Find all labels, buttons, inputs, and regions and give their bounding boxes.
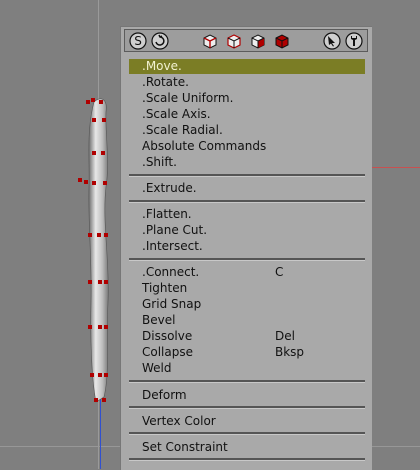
menu-item-label: Dissolve (142, 329, 193, 343)
menu-item-label: .Move. (142, 59, 182, 73)
menu-item-extrude[interactable]: .Extrude. (129, 181, 365, 196)
cube-front-icon[interactable] (201, 32, 219, 50)
undo-icon[interactable]: S (129, 32, 147, 50)
shortcut-label: Bksp (275, 345, 305, 359)
menu-item-move[interactable]: .Move. (129, 59, 365, 74)
menu-item-label: Collapse (142, 345, 193, 359)
redo-icon[interactable] (151, 32, 169, 50)
menu-item-set-constraint[interactable]: Set Constraint (129, 440, 365, 455)
menu-item-label: .Rotate. (142, 75, 189, 89)
menu-item-label: Grid Snap (142, 297, 202, 311)
x-axis-line (372, 167, 420, 168)
svg-text:S: S (134, 34, 142, 48)
menu-item-label: .Shift. (142, 155, 177, 169)
menu-item-intersect[interactable]: .Intersect. (129, 239, 365, 254)
menu-separator (129, 380, 365, 383)
menu-item-label: Absolute Commands (142, 139, 267, 153)
menu-item-collapse[interactable]: Collapse Bksp (129, 345, 365, 360)
menu-separator (129, 200, 365, 203)
menu-item-scale-axis[interactable]: .Scale Axis. (129, 107, 365, 122)
menu-item-tighten[interactable]: Tighten (129, 281, 365, 296)
vertex-markers[interactable] (72, 92, 122, 412)
menu-item-label: Weld (142, 361, 172, 375)
wrench-icon[interactable] (345, 32, 363, 50)
menu-item-label: .Intersect. (142, 239, 203, 253)
menu-item-flatten[interactable]: .Flatten. (129, 207, 365, 222)
menu-separator (129, 458, 365, 461)
menu-separator (129, 258, 365, 261)
menu-item-absolute-commands[interactable]: Absolute Commands (129, 139, 365, 154)
menu-item-plane-cut[interactable]: .Plane Cut. (129, 223, 365, 238)
menu-item-label: .Scale Radial. (142, 123, 223, 137)
menu-item-connect[interactable]: .Connect. C (129, 265, 365, 280)
menu-toolbar: S (124, 29, 368, 52)
menu-item-label: .Plane Cut. (142, 223, 208, 237)
menu-separator (129, 174, 365, 177)
menu-item-shift[interactable]: .Shift. (129, 155, 365, 170)
menu-separator (129, 406, 365, 409)
menu-separator (129, 432, 365, 435)
menu-item-bevel[interactable]: Bevel (129, 313, 365, 328)
menu-item-label: .Scale Uniform. (142, 91, 234, 105)
menu-item-label: Vertex Color (142, 414, 216, 428)
menu-item-rotate[interactable]: .Rotate. (129, 75, 365, 90)
arrow-cursor-icon[interactable] (323, 32, 341, 50)
context-menu: S .Move. .Rotate. .Scale Uniform. .Scale… (120, 26, 372, 470)
menu-item-scale-radial[interactable]: .Scale Radial. (129, 123, 365, 138)
menu-item-label: .Connect. (142, 265, 200, 279)
menu-item-dissolve[interactable]: Dissolve Del (129, 329, 365, 344)
menu-item-label: .Scale Axis. (142, 107, 211, 121)
cube-solid-icon[interactable] (273, 32, 291, 50)
menu-item-scale-uniform[interactable]: .Scale Uniform. (129, 91, 365, 106)
menu-item-label: Deform (142, 388, 187, 402)
menu-item-label: Set Constraint (142, 440, 228, 454)
menu-item-grid-snap[interactable]: Grid Snap (129, 297, 365, 312)
shortcut-label: C (275, 265, 284, 279)
menu-item-weld[interactable]: Weld (129, 361, 365, 376)
cube-top-icon[interactable] (249, 32, 267, 50)
menu-item-label: Bevel (142, 313, 176, 327)
shortcut-label: Del (275, 329, 295, 343)
menu-item-label: .Extrude. (142, 181, 197, 195)
menu-item-label: Tighten (142, 281, 188, 295)
menu-item-vertex-color[interactable]: Vertex Color (129, 414, 365, 429)
cube-side-icon[interactable] (225, 32, 243, 50)
menu-item-label: .Flatten. (142, 207, 192, 221)
menu-item-deform[interactable]: Deform (129, 388, 365, 403)
